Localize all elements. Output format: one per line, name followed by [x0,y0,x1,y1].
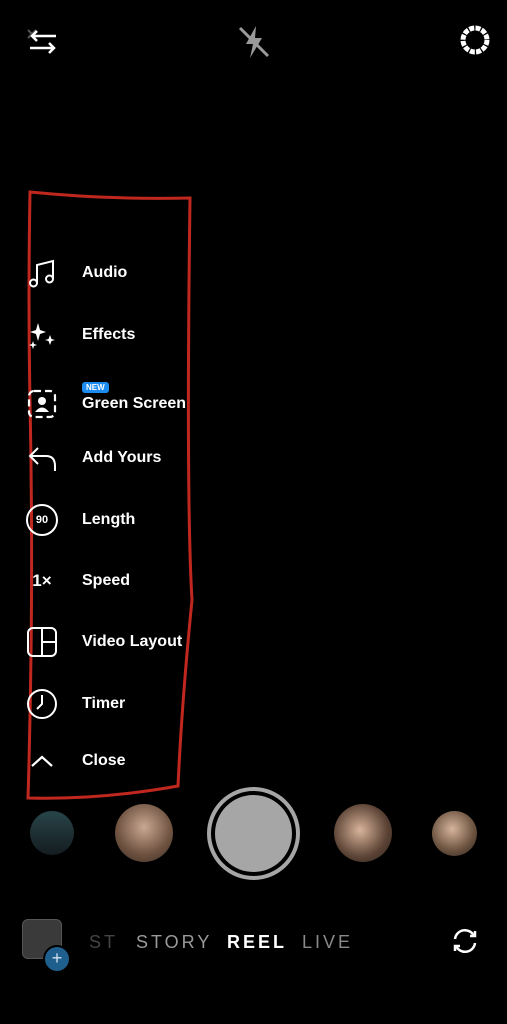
menu-label: Audio [82,264,128,281]
menu-item-close[interactable]: Close [20,741,190,781]
effect-thumbnail[interactable] [115,804,173,862]
menu-item-video-layout[interactable]: Video Layout [20,622,190,662]
mode-reel[interactable]: REEL [227,932,287,953]
effect-thumbnail[interactable] [334,804,392,862]
menu-item-green-screen[interactable]: NEW Green Screen [20,382,190,424]
menu-item-audio[interactable]: Audio [20,253,190,293]
add-plus-icon[interactable]: + [43,945,71,973]
menu-item-length[interactable]: 90 Length [20,500,190,540]
menu-label: Add Yours [82,449,162,466]
mode-live[interactable]: LIVE [302,932,353,953]
menu-label: Speed [82,572,131,589]
layout-grid-icon [24,626,60,658]
shutter-button[interactable] [207,787,300,880]
chevron-up-icon [24,745,60,777]
mode-story[interactable]: STORY [136,932,212,953]
effect-thumbnail[interactable] [432,811,477,856]
effect-thumbnail[interactable] [30,811,74,855]
menu-label: Green Screen [82,395,187,412]
menu-label: Timer [82,695,126,712]
menu-label: Length [82,511,136,528]
length-icon: 90 [24,504,60,536]
new-badge: NEW [82,382,109,393]
menu-item-effects[interactable]: Effects [20,315,190,355]
menu-item-speed[interactable]: 1× Speed [20,561,190,601]
reply-arrow-icon [24,442,60,474]
flip-camera-icon[interactable] [449,925,481,957]
menu-item-add-yours[interactable]: Add Yours [20,438,190,478]
clock-icon [24,688,60,720]
menu-item-timer[interactable]: Timer [20,684,190,724]
speed-icon: 1× [32,571,52,590]
music-note-icon [24,257,60,289]
sparkles-icon [24,319,60,351]
menu-label: Effects [82,326,136,343]
menu-label: Close [82,752,126,769]
menu-label: Video Layout [82,633,183,650]
green-screen-icon [24,388,60,420]
mode-post-partial[interactable]: ST [89,932,118,953]
